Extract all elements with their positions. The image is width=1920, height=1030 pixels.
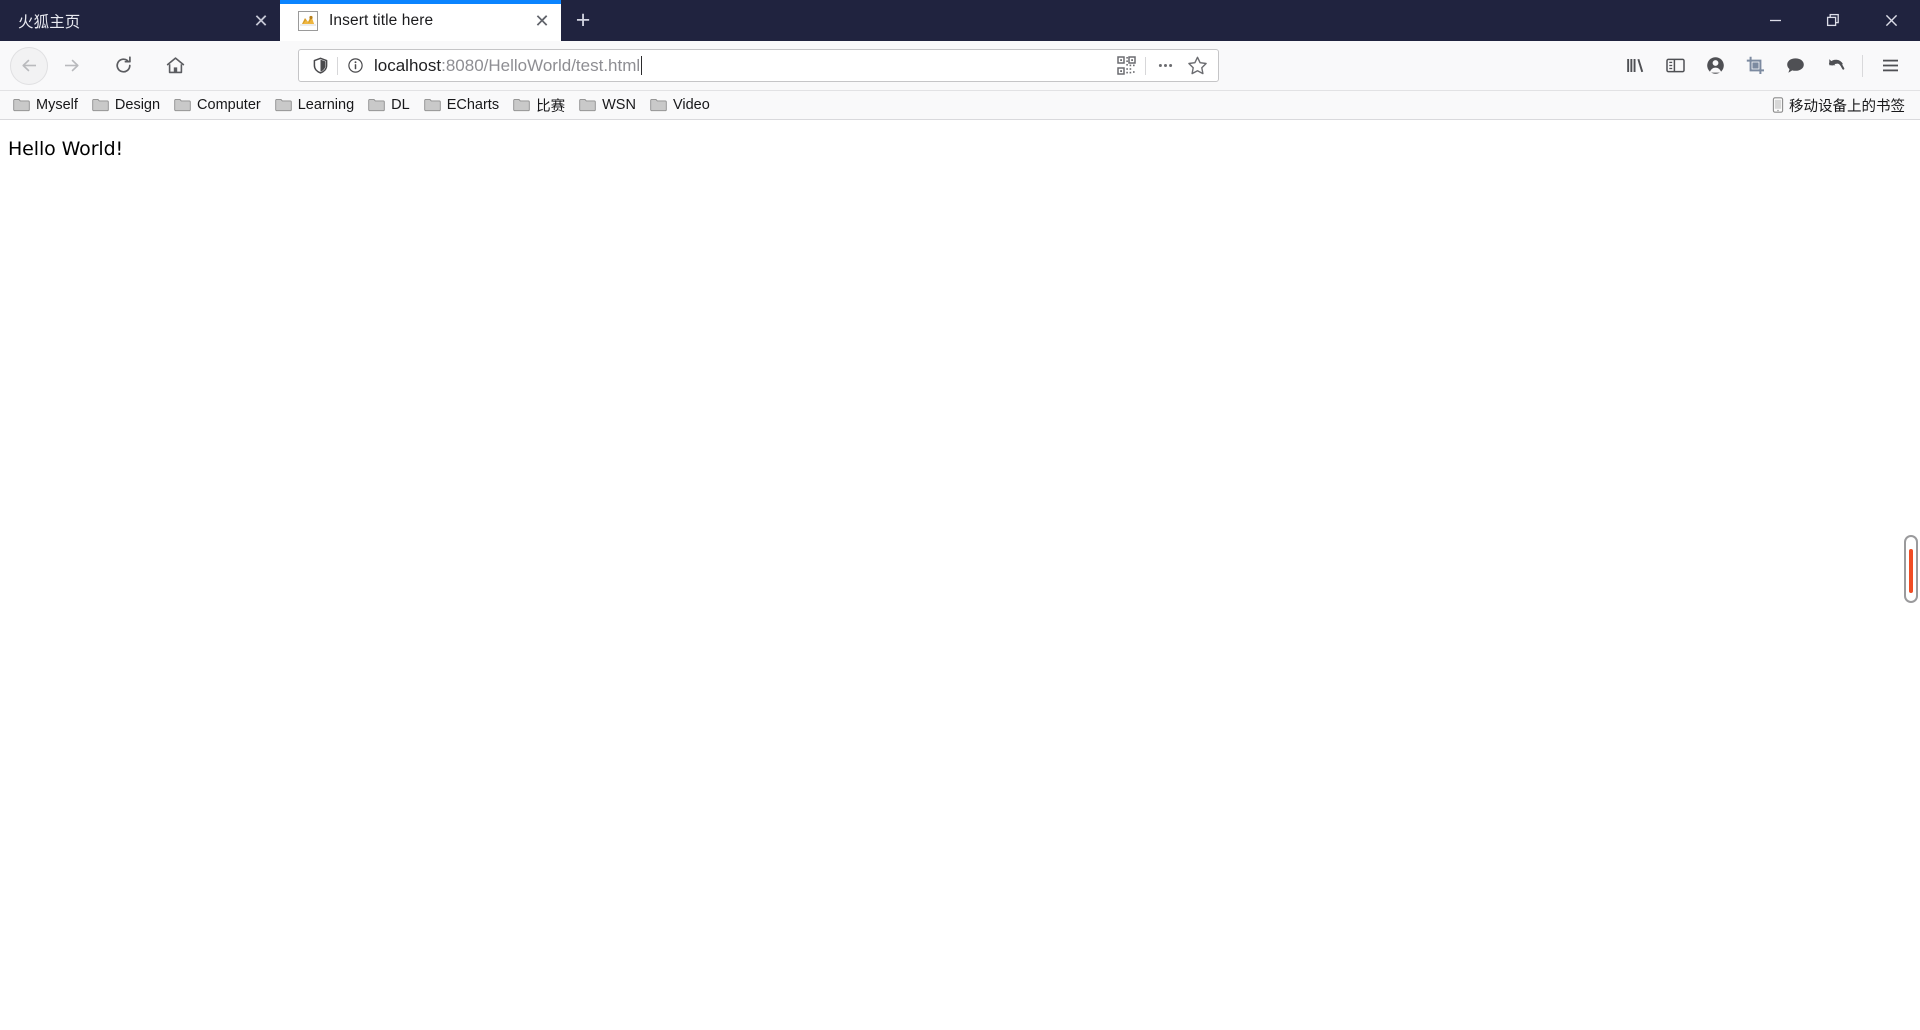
bookmark-item-mobile[interactable]: 移动设备上的书签 [1765,93,1912,117]
bookmark-item-video[interactable]: Video [643,93,717,117]
forward-button[interactable] [52,47,90,85]
bookmark-item-computer[interactable]: Computer [167,93,268,117]
bookmark-label: Video [672,97,710,113]
home-button[interactable] [156,47,194,85]
bookmark-item-design[interactable]: Design [85,93,167,117]
bookmark-label: DL [391,97,410,113]
url-path: :8080/HelloWorld/test.html [441,55,641,75]
tab-title: 火狐主页 [18,13,81,31]
undo-arrow-icon[interactable] [1815,47,1855,85]
toolbar-right-group [1615,47,1910,85]
info-circle-icon[interactable] [342,53,368,79]
menu-icon[interactable] [1870,47,1910,85]
page-heading: Hello World! [8,138,124,160]
close-icon[interactable] [1862,0,1920,41]
scroll-indicator[interactable] [1904,535,1918,603]
bookmark-label: Learning [297,97,355,113]
chat-bubble-icon[interactable] [1775,47,1815,85]
bookmark-item-wsn[interactable]: WSN [572,93,643,117]
browser-tab-1[interactable]: Insert title here ✕ [280,0,561,41]
text-caret [641,56,643,75]
bookmark-label: Myself [36,97,78,113]
bookmark-item-echarts[interactable]: ECharts [417,93,506,117]
urlbar-divider [337,56,338,75]
folder-icon [423,98,441,112]
title-tab-bar: 火狐主页 ✕ Insert title here ✕ + [0,0,1920,41]
scroll-indicator-fill [1909,549,1913,593]
star-icon[interactable] [1180,52,1214,80]
ellipsis-icon[interactable] [1150,52,1180,80]
bookmark-item-myself[interactable]: Myself [6,93,85,117]
shield-icon[interactable] [307,53,333,79]
folder-icon [174,98,191,112]
folder-icon [92,98,109,112]
navigation-toolbar: localhost:8080/HelloWorld/test.html [0,41,1920,91]
bookmark-item-competition[interactable]: 比赛 [506,93,572,117]
bookmark-label: Design [114,97,161,113]
bookmarks-toolbar: Myself Design Computer Learning DL EChar… [0,91,1920,120]
browser-tab-0[interactable]: 火狐主页 ✕ [0,0,280,41]
mobile-phone-icon [1772,97,1784,113]
tab-close-button[interactable]: ✕ [523,0,561,41]
url-host: localhost [374,55,442,75]
restore-icon[interactable] [1804,0,1862,41]
screenshot-icon[interactable] [1735,47,1775,85]
bookmark-label: 比赛 [536,98,566,115]
folder-icon [650,98,667,112]
bookmark-label: 移动设备上的书签 [1789,98,1905,115]
sidebar-icon[interactable] [1655,47,1695,85]
folder-icon [513,98,530,112]
qr-code-icon[interactable] [1111,52,1141,80]
page-content-area: Hello World! [0,120,1920,1030]
library-icon[interactable] [1615,47,1655,85]
window-controls [1746,0,1920,41]
reload-button[interactable] [104,47,142,85]
url-text[interactable]: localhost:8080/HelloWorld/test.html [368,56,1111,76]
bookmark-item-learning[interactable]: Learning [268,93,361,117]
favicon-icon [298,10,318,31]
folder-icon [274,98,292,112]
toolbar-divider [1862,54,1863,77]
folder-icon [368,98,385,112]
minimize-icon[interactable] [1746,0,1804,41]
tab-close-button[interactable]: ✕ [242,0,280,41]
bookmark-item-dl[interactable]: DL [361,93,417,117]
address-bar-container: localhost:8080/HelloWorld/test.html [298,49,1219,82]
new-tab-button[interactable]: + [561,0,605,41]
tabbar-spacer [605,0,1746,41]
folder-icon [13,98,30,112]
folder-icon [579,98,596,112]
account-icon[interactable] [1695,47,1735,85]
bookmark-label: Computer [197,97,261,113]
address-bar[interactable]: localhost:8080/HelloWorld/test.html [298,49,1219,82]
tab-title: Insert title here [329,11,434,29]
back-button[interactable] [10,46,48,85]
bookmark-label: WSN [602,97,636,113]
bookmark-label: ECharts [446,97,500,113]
urlbar-divider-2 [1145,56,1146,75]
